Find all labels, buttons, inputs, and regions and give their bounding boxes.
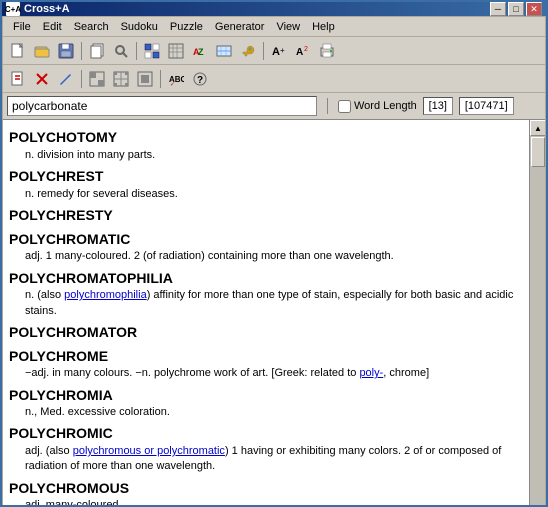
grid-button[interactable]	[165, 40, 187, 62]
svg-text:+: +	[280, 46, 285, 55]
entry-word: POLYCHROMOUS	[9, 479, 523, 499]
search-input[interactable]	[7, 96, 317, 116]
find-button[interactable]	[110, 40, 132, 62]
scroll-track[interactable]	[530, 136, 545, 507]
toolbar-row1: AZ A+ A2	[3, 37, 545, 65]
svg-text:A: A	[296, 47, 303, 58]
abc-button[interactable]: ABC✓	[165, 68, 187, 90]
toolbar-sep3	[263, 42, 264, 60]
window-title: Cross+A	[24, 3, 70, 15]
entry-definition: adj. many-coloured.	[25, 498, 523, 507]
entry-definition: adj. 1 many-coloured. 2 (of radiation) c…	[25, 249, 523, 264]
scroll-thumb[interactable]	[531, 137, 545, 167]
scrollbar[interactable]: ▲ ▼	[529, 120, 545, 507]
svg-text:✓: ✓	[170, 82, 175, 87]
help2-button[interactable]: ?	[189, 68, 211, 90]
toolbar2-sep2	[160, 70, 161, 88]
svg-text:2: 2	[304, 46, 308, 53]
title-bar: C+A Cross+A ─ □ ✕	[2, 2, 546, 16]
print-button[interactable]	[316, 40, 338, 62]
entry-word: POLYCHROMATOPHILIA	[9, 269, 523, 289]
new2-button[interactable]	[7, 68, 29, 90]
spell-button[interactable]: A2	[292, 40, 314, 62]
entry-word: POLYCHROMIA	[9, 386, 523, 406]
word-length-value: [13]	[423, 97, 453, 115]
template3-button[interactable]	[134, 68, 156, 90]
toolbar-sep2	[136, 42, 137, 60]
svg-text:?: ?	[197, 75, 203, 86]
menu-view[interactable]: View	[270, 19, 306, 35]
pattern-button[interactable]	[213, 40, 235, 62]
key-button[interactable]	[237, 40, 259, 62]
entry-word: POLYCHROME	[9, 347, 523, 367]
menu-file[interactable]: File	[7, 19, 37, 35]
word-count-value: [107471]	[459, 97, 514, 115]
crossword-button[interactable]	[141, 40, 163, 62]
minimize-button[interactable]: ─	[490, 2, 506, 16]
anagram-button[interactable]: AZ	[189, 40, 211, 62]
template1-button[interactable]	[86, 68, 108, 90]
entry-definition: n. division into many parts.	[25, 148, 523, 163]
open-button[interactable]	[31, 40, 53, 62]
entry-word: POLYCHOTOMY	[9, 128, 523, 148]
search-bar: Word Length [13] [107471]	[3, 93, 545, 120]
delete-button[interactable]	[31, 68, 53, 90]
entry-definition: n., Med. excessive coloration.	[25, 405, 523, 420]
entry-word: POLYCHROMATOR	[9, 323, 523, 343]
maximize-button[interactable]: □	[508, 2, 524, 16]
entry-definition: n. (also polychromophilia) affinity for …	[25, 288, 523, 319]
entry-word: POLYCHROMIC	[9, 424, 523, 444]
dict-content[interactable]: POLYCHOTOMYn. division into many parts. P…	[3, 120, 529, 507]
entry-word: POLYCHRESTY	[9, 206, 523, 226]
close-button[interactable]: ✕	[526, 2, 542, 16]
toolbar-sep1	[81, 42, 82, 60]
entry-definition: adj. (also polychromous or polychromatic…	[25, 444, 523, 475]
copy-button[interactable]	[86, 40, 108, 62]
entry-definition: −adj. in many colours. −n. polychrome wo…	[25, 366, 523, 381]
entry-word: POLYCHREST	[9, 167, 523, 187]
entry-word: POLYCHROMATIC	[9, 230, 523, 250]
menu-help[interactable]: Help	[306, 19, 341, 35]
dict-area: POLYCHOTOMYn. division into many parts. P…	[3, 120, 545, 507]
save-button[interactable]	[55, 40, 77, 62]
menu-bar: File Edit Search Sudoku Puzzle Generator…	[3, 17, 545, 37]
svg-text:A: A	[272, 46, 280, 58]
menu-edit[interactable]: Edit	[37, 19, 68, 35]
search-sep	[327, 98, 328, 114]
toolbar-row2: ABC✓ ?	[3, 65, 545, 93]
entry-definition: n. remedy for several diseases.	[25, 187, 523, 202]
font-button[interactable]: A+	[268, 40, 290, 62]
menu-search[interactable]: Search	[68, 19, 115, 35]
menu-sudoku[interactable]: Sudoku	[115, 19, 164, 35]
menu-puzzle[interactable]: Puzzle	[164, 19, 209, 35]
word-length-checkbox[interactable]	[338, 100, 351, 113]
template2-button[interactable]	[110, 68, 132, 90]
edit3-button[interactable]	[55, 68, 77, 90]
toolbar2-sep1	[81, 70, 82, 88]
scroll-up-button[interactable]: ▲	[530, 120, 545, 136]
svg-text:Z: Z	[198, 47, 204, 57]
menu-generator[interactable]: Generator	[209, 19, 271, 35]
app-icon: C+A	[6, 2, 20, 16]
new-button[interactable]	[7, 40, 29, 62]
word-length-label: Word Length	[354, 100, 417, 112]
